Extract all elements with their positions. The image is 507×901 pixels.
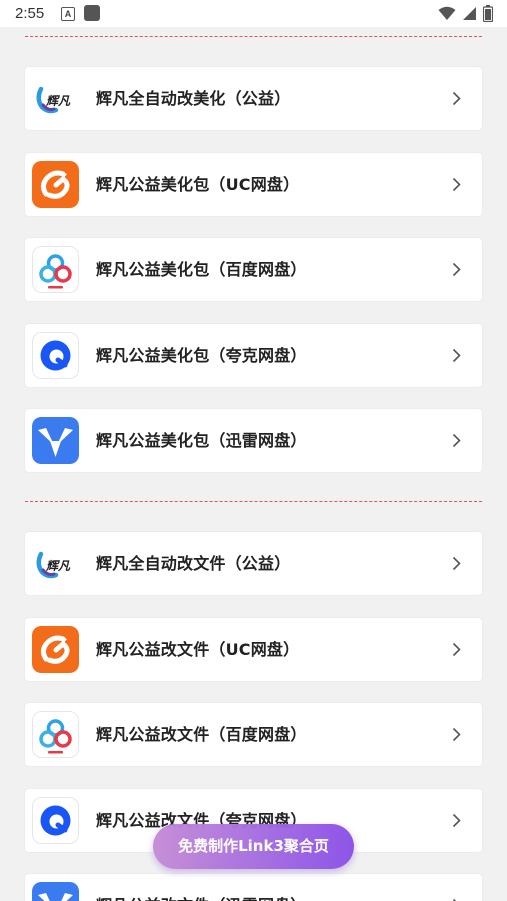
link-card-baidu-files[interactable]: 辉凡公益改文件（百度网盘） xyxy=(25,703,482,766)
chevron-right-icon xyxy=(452,556,461,571)
card-label: 辉凡公益改文件（百度网盘） xyxy=(96,725,307,744)
quark-drive-icon xyxy=(32,797,79,844)
status-bar: 2:55 A xyxy=(0,0,507,27)
card-label: 辉凡全自动改文件（公益） xyxy=(96,554,291,573)
section-divider xyxy=(25,36,482,37)
chevron-right-icon xyxy=(452,433,461,448)
link-card-uc-files[interactable]: 辉凡公益改文件（UC网盘） xyxy=(25,618,482,681)
chevron-right-icon xyxy=(452,348,461,363)
link-card-huifan-files[interactable]: 辉凡 辉凡全自动改文件（公益） xyxy=(25,532,482,595)
card-label: 辉凡公益美化包（夸克网盘） xyxy=(96,346,307,365)
card-label: 辉凡公益美化包（UC网盘） xyxy=(96,175,300,194)
create-link3-page-button[interactable]: 免费制作Link3聚合页 xyxy=(153,824,354,869)
link-card-uc-beautify[interactable]: 辉凡公益美化包（UC网盘） xyxy=(25,153,482,216)
battery-icon xyxy=(483,5,493,22)
chevron-right-icon xyxy=(452,177,461,192)
uc-drive-icon xyxy=(32,161,79,208)
card-label: 辉凡公益美化包（百度网盘） xyxy=(96,260,307,279)
card-label: 辉凡全自动改美化（公益） xyxy=(96,89,291,108)
chevron-right-icon xyxy=(452,813,461,828)
wifi-icon xyxy=(438,6,456,20)
baidu-drive-icon xyxy=(32,246,79,293)
chevron-right-icon xyxy=(452,91,461,106)
chevron-right-icon xyxy=(452,727,461,742)
quark-drive-icon xyxy=(32,332,79,379)
card-label: 辉凡公益改文件（UC网盘） xyxy=(96,640,300,659)
link-card-quark-beautify[interactable]: 辉凡公益美化包（夸克网盘） xyxy=(25,324,482,387)
system-icons xyxy=(438,5,493,22)
link-card-xunlei-beautify[interactable]: 辉凡公益美化包（迅雷网盘） xyxy=(25,409,482,472)
chevron-right-icon xyxy=(452,262,461,277)
xunlei-drive-icon xyxy=(32,417,79,464)
link-card-baidu-beautify[interactable]: 辉凡公益美化包（百度网盘） xyxy=(25,238,482,301)
svg-text:辉凡: 辉凡 xyxy=(46,94,71,108)
notification-square-icon xyxy=(84,5,100,21)
link-card-huifan-beautify[interactable]: 辉凡 辉凡全自动改美化（公益） xyxy=(25,67,482,130)
baidu-drive-icon xyxy=(32,711,79,758)
page-content[interactable]: 辉凡 辉凡全自动改美化（公益） 辉凡公益美化包（UC网盘） 辉凡公益美化包（百度… xyxy=(0,27,507,901)
uc-drive-icon xyxy=(32,626,79,673)
xunlei-drive-icon xyxy=(32,882,79,901)
huifan-logo-icon: 辉凡 xyxy=(32,75,79,122)
card-label: 辉凡公益改文件（迅雷网盘） xyxy=(96,874,307,901)
huifan-logo-icon: 辉凡 xyxy=(32,540,79,587)
signal-icon xyxy=(463,7,476,20)
chevron-right-icon xyxy=(452,642,461,657)
notification-a-icon: A xyxy=(61,7,75,21)
svg-text:辉凡: 辉凡 xyxy=(46,559,71,573)
card-label: 辉凡公益美化包（迅雷网盘） xyxy=(96,431,307,450)
link-card-xunlei-files[interactable]: 辉凡公益改文件（迅雷网盘） xyxy=(25,874,482,901)
status-time: 2:55 xyxy=(15,5,45,22)
section-divider xyxy=(25,501,482,502)
